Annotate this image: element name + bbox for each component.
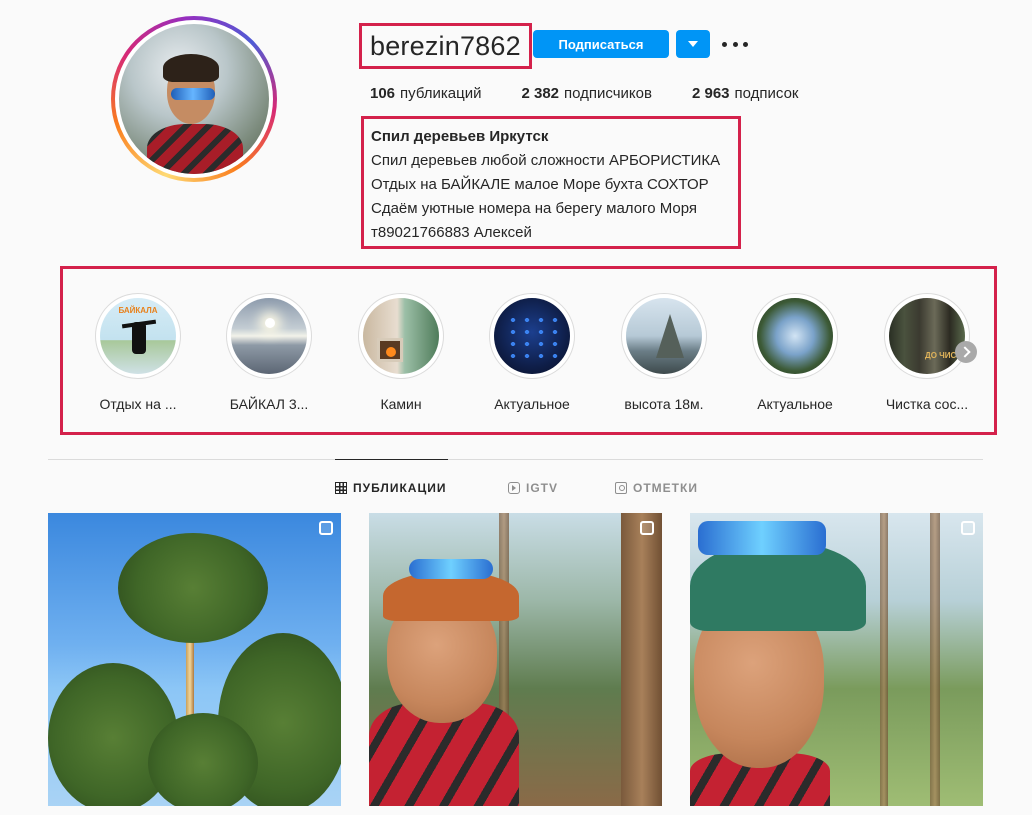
username-highlight-box: berezin7862 <box>359 23 532 69</box>
avatar-photo <box>119 24 269 174</box>
carousel-icon <box>640 521 654 535</box>
more-options-button[interactable] <box>722 36 748 52</box>
carousel-icon <box>319 521 333 535</box>
tabs-divider <box>48 459 983 460</box>
bio-line: Спил деревьев любой сложности АРБОРИСТИК… <box>371 152 721 169</box>
highlight-label: БАЙКАЛ 3... <box>229 396 309 412</box>
bio-name: Спил деревьев Иркутск <box>371 128 549 145</box>
highlight-item[interactable]: Актуальное <box>477 293 587 412</box>
grid-icon <box>335 482 347 494</box>
bio-line: т89021766883 Алексей <box>371 224 532 241</box>
tree-height-image <box>626 298 702 374</box>
story-highlights: БАЙКАЛА Отдых на ... БАЙКАЛ 3... Камин А… <box>60 266 997 435</box>
bio-line: Сдаём уютные номера на берегу малого Мор… <box>371 200 698 217</box>
tab-igtv[interactable]: IGTV <box>508 481 558 495</box>
tab-tagged[interactable]: ОТМЕТКИ <box>615 481 698 495</box>
stat-following[interactable]: 2 963 подписок <box>692 85 799 102</box>
price-list-image <box>494 298 570 374</box>
username: berezin7862 <box>370 30 521 61</box>
highlight-item[interactable]: Камин <box>346 293 456 412</box>
highlight-item[interactable]: БАЙКАЛА Отдых на ... <box>83 293 193 412</box>
highlight-label: Отдых на ... <box>99 396 177 412</box>
chevron-right-icon[interactable] <box>955 341 977 363</box>
highlight-item[interactable]: БАЙКАЛ 3... <box>214 293 324 412</box>
stat-followers[interactable]: 2 382 подписчиков <box>521 85 652 102</box>
profile-page: berezin7862 Подписаться 106 публикаций 2… <box>0 0 1032 815</box>
carousel-icon <box>961 521 975 535</box>
highlight-label: Актуальное <box>494 396 570 412</box>
highlight-label: Актуальное <box>757 396 833 412</box>
igtv-icon <box>508 482 520 494</box>
stat-posts: 106 публикаций <box>370 85 482 102</box>
bio-line: Отдых на БАЙКАЛЕ малое Море бухта СОХТОР <box>371 176 709 193</box>
highlight-label: высота 18м. <box>624 396 704 412</box>
highlight-label: Чистка сос... <box>885 396 969 412</box>
highlight-label: Камин <box>380 396 422 412</box>
profile-avatar[interactable] <box>111 16 277 182</box>
tab-publications[interactable]: ПУБЛИКАЦИИ <box>335 481 446 495</box>
bio-highlight-box: Спил деревьев Иркутск Спил деревьев любо… <box>361 116 741 249</box>
active-tab-indicator <box>335 459 448 460</box>
tagged-icon <box>615 482 627 494</box>
lake-sunset-image <box>231 298 307 374</box>
profile-stats: 106 публикаций 2 382 подписчиков 2 963 п… <box>370 85 839 102</box>
highlight-item[interactable]: Актуальное <box>740 293 850 412</box>
post-thumbnail[interactable] <box>48 513 341 806</box>
post-thumbnail[interactable] <box>690 513 983 806</box>
more-dots-icon <box>722 41 727 47</box>
post-thumbnail[interactable] <box>369 513 662 806</box>
baikal-jump-image: БАЙКАЛА <box>100 298 176 374</box>
highlight-item[interactable]: высота 18м. <box>609 293 719 412</box>
pine-forest-image: ДО ЧИСТ <box>889 298 965 374</box>
fireplace-image <box>363 298 439 374</box>
suggestions-dropdown-button[interactable] <box>676 30 710 58</box>
follow-button[interactable]: Подписаться <box>533 30 669 58</box>
chevron-down-icon <box>688 41 698 47</box>
pine-crowns-image <box>757 298 833 374</box>
